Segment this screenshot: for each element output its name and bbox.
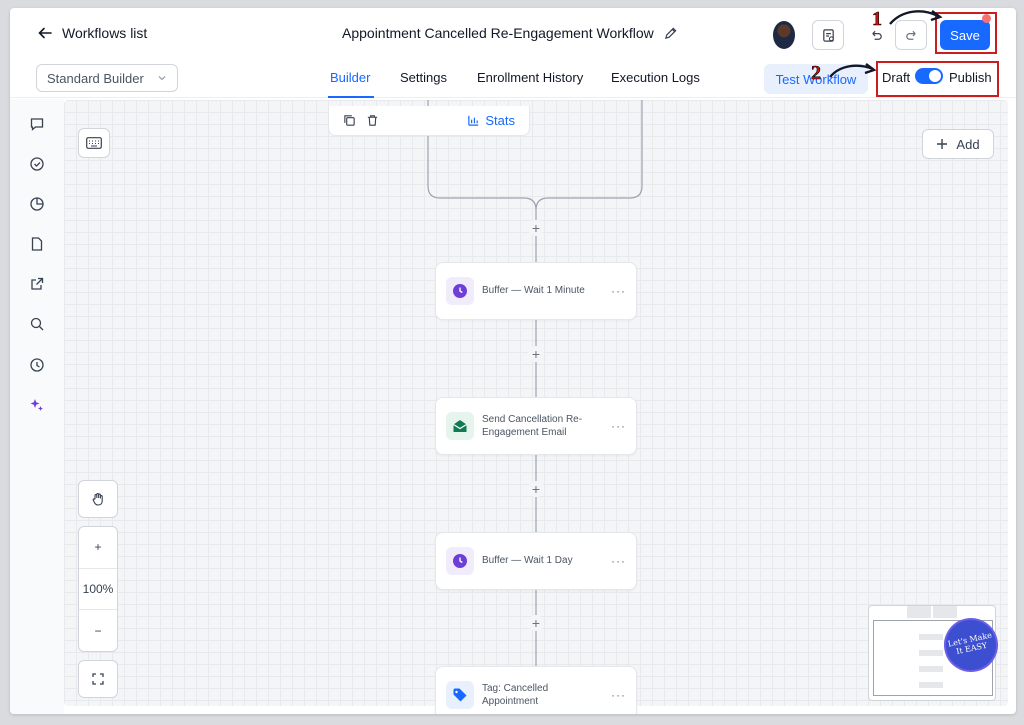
stats-link[interactable]: Stats (467, 113, 515, 128)
back-link-label: Workflows list (62, 25, 148, 41)
external-link-icon[interactable] (28, 275, 46, 293)
clock-history-icon[interactable] (28, 356, 46, 374)
sub-header: Standard Builder Builder Settings Enroll… (10, 58, 1016, 98)
tab-settings[interactable]: Settings (400, 70, 447, 85)
add-step-plus-1[interactable]: + (528, 220, 544, 236)
email-icon (453, 420, 467, 432)
stats-label: Stats (485, 113, 515, 128)
clipboard-icon (822, 28, 834, 42)
add-button-label: Add (956, 136, 980, 152)
search-icon[interactable] (28, 315, 46, 333)
annotation-number-2: 2 (811, 62, 822, 85)
clock-icon-wrap (446, 547, 474, 575)
workflow-node-buffer-1-minute[interactable]: Buffer — Wait 1 Minute ··· (435, 262, 637, 320)
email-icon-wrap (446, 412, 474, 440)
top-header: Workflows list Appointment Cancelled Re-… (10, 8, 1016, 58)
bar-chart-icon (468, 115, 479, 126)
minimap-node (919, 634, 943, 640)
copy-icon[interactable] (343, 114, 356, 127)
node-more-menu[interactable]: ··· (611, 419, 626, 433)
add-step-plus-4[interactable]: + (528, 615, 544, 631)
workflow-node-buffer-1-day[interactable]: Buffer — Wait 1 Day ··· (435, 532, 637, 590)
tag-icon (453, 688, 467, 702)
add-action-button[interactable]: Add (922, 129, 994, 159)
chat-icon[interactable] (28, 115, 46, 133)
sparkle-icon[interactable] (28, 396, 46, 414)
minimap-node (919, 666, 943, 672)
zoom-controls: + 100% − (78, 526, 118, 652)
workflow-canvas[interactable]: Add Stats + Buffer — Wait 1 Minute ··· +… (64, 100, 1008, 714)
redo-icon (905, 30, 916, 40)
hand-icon (92, 493, 103, 506)
node-label: Send Cancellation Re-Engagement Email (482, 413, 583, 439)
tab-enrollment-history[interactable]: Enrollment History (477, 70, 583, 85)
minimap-node (919, 682, 943, 688)
minimap-block (933, 606, 957, 618)
tab-execution-logs[interactable]: Execution Logs (611, 70, 700, 85)
active-tab-indicator (328, 96, 374, 98)
chevron-down-icon (158, 76, 166, 81)
workflow-builder-window: Workflows list Appointment Cancelled Re-… (10, 8, 1016, 714)
check-circle-icon[interactable] (28, 155, 46, 173)
pencil-icon[interactable] (664, 27, 677, 40)
node-label: Tag: Cancelled Appointment (482, 682, 549, 708)
pan-hand-button[interactable] (78, 480, 118, 518)
zoom-out-button[interactable]: − (79, 610, 117, 651)
annotation-box-publish (876, 61, 999, 97)
plus-icon (937, 139, 948, 149)
node-more-menu[interactable]: ··· (611, 554, 626, 568)
clock-icon (453, 284, 467, 298)
keyboard-shortcuts-button[interactable] (78, 128, 110, 158)
zoom-level: 100% (79, 569, 117, 611)
minimap-node (919, 650, 943, 656)
node-label: Buffer — Wait 1 Day (482, 555, 573, 567)
expand-icon (92, 673, 104, 685)
pie-chart-icon[interactable] (28, 195, 46, 213)
node-more-menu[interactable]: ··· (611, 284, 626, 298)
node-more-menu[interactable]: ··· (611, 688, 626, 702)
tab-builder[interactable]: Builder (330, 70, 370, 85)
builder-type-select[interactable]: Standard Builder (36, 64, 178, 92)
document-icon[interactable] (28, 235, 46, 253)
workflow-node-tag[interactable]: Tag: Cancelled Appointment ··· (435, 666, 637, 714)
back-to-workflows-link[interactable]: Workflows list (38, 25, 147, 41)
trash-icon[interactable] (366, 114, 379, 127)
annotation-box-save (935, 12, 997, 54)
workflow-notes-button[interactable] (812, 20, 844, 50)
zoom-in-button[interactable]: + (79, 527, 117, 569)
clock-icon (453, 554, 467, 568)
node-label: Buffer — Wait 1 Minute (482, 285, 585, 297)
workflow-node-send-email[interactable]: Send Cancellation Re-Engagement Email ··… (435, 397, 637, 455)
trigger-node-toolbar: Stats (328, 106, 530, 136)
annotation-arrow-1 (889, 10, 943, 25)
user-avatar[interactable] (773, 21, 795, 49)
clock-icon-wrap (446, 277, 474, 305)
fit-view-button[interactable] (78, 660, 118, 698)
left-sidebar (10, 99, 64, 714)
workflow-title-text: Appointment Cancelled Re-Engagement Work… (342, 25, 654, 41)
arrow-left-icon (38, 27, 52, 39)
add-step-plus-3[interactable]: + (528, 481, 544, 497)
annotation-number-1: 1 (872, 8, 883, 30)
minimap-block (907, 606, 931, 618)
add-step-plus-2[interactable]: + (528, 346, 544, 362)
workflow-title[interactable]: Appointment Cancelled Re-Engagement Work… (342, 25, 677, 41)
builder-select-value: Standard Builder (47, 70, 144, 86)
annotation-arrow-2 (829, 63, 877, 78)
tag-icon-wrap (446, 681, 474, 709)
keyboard-icon (86, 137, 102, 149)
